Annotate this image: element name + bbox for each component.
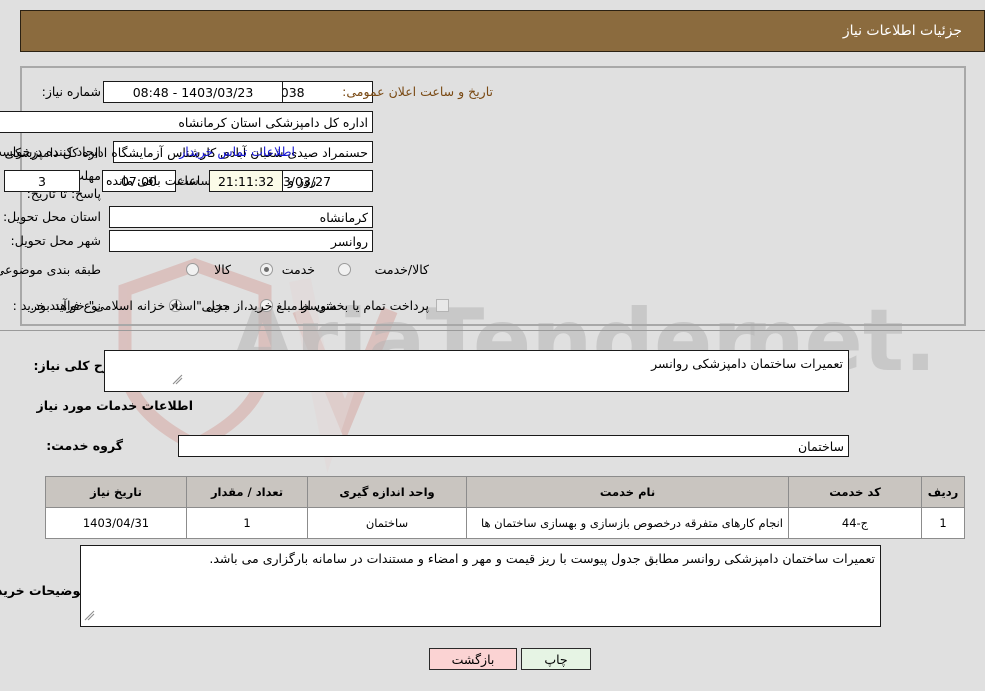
treasury-checkbox[interactable] [436,299,449,312]
general-description-textarea[interactable]: تعمیرات ساختمان دامپزشکی روانسر [104,350,849,392]
category-option-khedmat: خدمت [281,262,315,277]
treasury-note: پرداخت تمام یا بخشی از مبلغ خرید،از محل … [30,298,429,313]
city-value: روانسر [109,230,373,252]
table-header-row: ردیف کد خدمت نام خدمت واحد اندازه گیری ت… [45,476,965,508]
remaining-days-label: روز و [288,173,317,188]
province-label: استان محل تحویل: [2,209,101,224]
summary-panel [20,66,966,326]
page-root: AriaTender .net جزئیات اطلاعات نیاز شمار… [0,0,985,691]
category-label: طبقه بندی موضوعی: [0,262,101,277]
buyer-org-value: اداره کل دامپزشکی استان کرمانشاه [0,111,373,133]
buyer-notes-textarea[interactable]: تعمیرات ساختمان دامپزشکی روانسر مطابق جد… [80,545,881,627]
announce-datetime-value: 1403/03/23 - 08:48 [103,81,283,103]
category-radio-khedmat[interactable] [260,263,273,276]
table-row: 1 ج-44 انجام کارهای متفرقه درخصوص بازساز… [45,507,965,539]
category-radio-kala-khedmat[interactable] [338,263,351,276]
category-radio-kala[interactable] [186,263,199,276]
th-row: ردیف [921,476,965,508]
td-quantity: 1 [186,507,308,539]
remaining-time-label: ساعت باقی مانده [106,173,199,188]
services-section-title: اطلاعات خدمات مورد نیاز [36,398,194,413]
th-code: کد خدمت [788,476,922,508]
buyer-contact-link[interactable]: اطلاعات تماس خریدار [179,144,295,159]
section-divider-1 [0,330,985,331]
print-button[interactable]: چاپ [521,648,591,670]
td-need-date: 1403/04/31 [45,507,187,539]
td-unit: ساختمان [307,507,467,539]
buyer-notes-label: توضیحات خریدار: [0,583,85,598]
td-name: انجام کارهای متفرقه درخصوص بازسازی و بهس… [466,507,789,539]
th-unit: واحد اندازه گیری [307,476,467,508]
service-group-value: ساختمان [178,435,849,457]
th-need-date: تاریخ نیاز [45,476,187,508]
category-option-kala: کالا [214,262,231,277]
city-label: شهر محل تحویل: [10,233,101,248]
td-row: 1 [921,507,965,539]
td-code: ج-44 [788,507,922,539]
services-table: ردیف کد خدمت نام خدمت واحد اندازه گیری ت… [45,476,965,539]
th-quantity: تعداد / مقدار [186,476,308,508]
category-option-kala-khedmat: کالا/خدمت [374,262,429,277]
province-value: کرمانشاه [109,206,373,228]
page-title: جزئیات اطلاعات نیاز [842,23,962,39]
page-header: جزئیات اطلاعات نیاز [20,10,985,52]
remaining-days-value: 3 [4,170,80,192]
need-number-label: شماره نیاز: [41,84,101,99]
back-button[interactable]: بازگشت [429,648,517,670]
th-name: نام خدمت [466,476,789,508]
service-group-label: گروه خدمت: [46,438,123,453]
announce-datetime-label: تاریخ و ساعت اعلان عمومی: [342,84,493,99]
remaining-time-value: 21:11:32 [209,170,283,192]
